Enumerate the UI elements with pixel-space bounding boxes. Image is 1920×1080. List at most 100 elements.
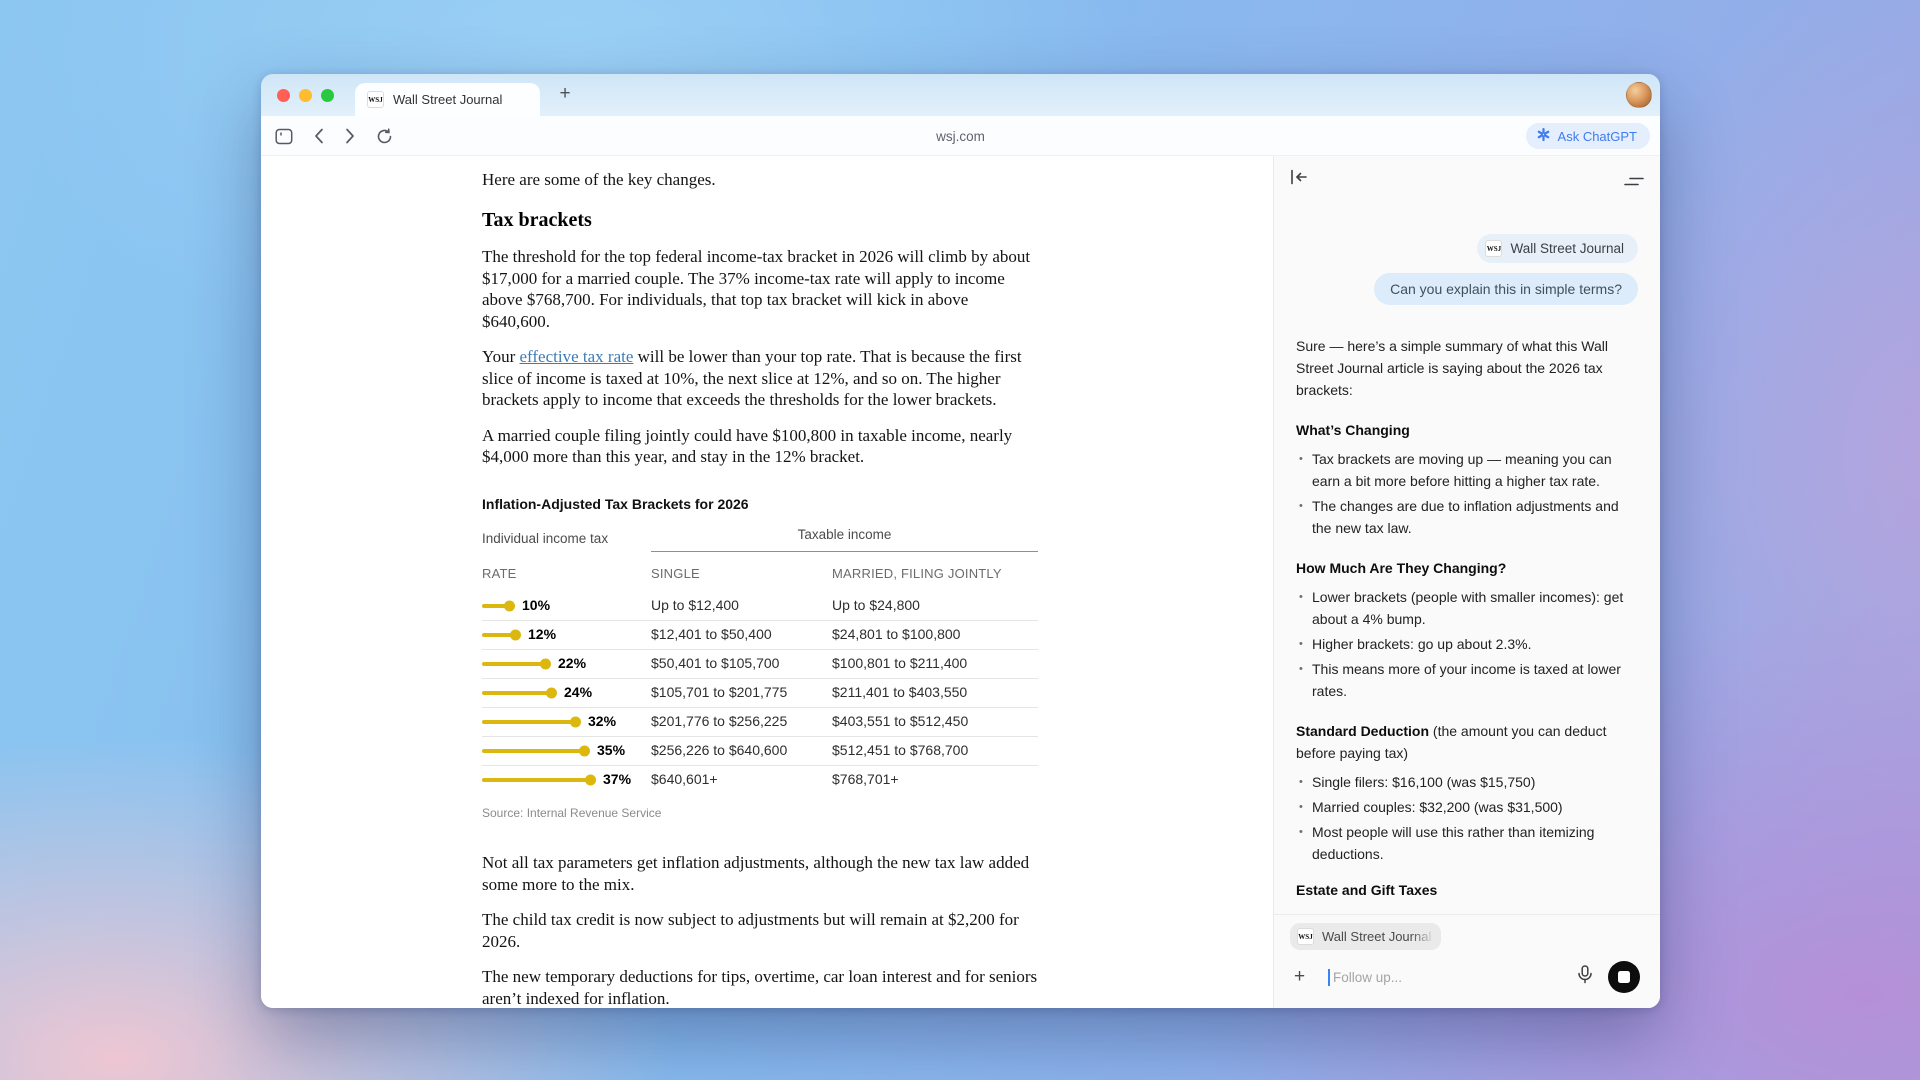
chat-section: Standard Deduction (the amount you can d… (1296, 720, 1638, 865)
close-window-button[interactable] (277, 89, 290, 102)
rate-bar (482, 691, 554, 695)
article-paragraph: A married couple filing jointly could ha… (482, 425, 1038, 468)
single-range: $201,776 to $256,225 (651, 711, 832, 733)
collapse-sidebar-icon[interactable] (1290, 169, 1308, 190)
table-left-label: Individual income tax (482, 530, 651, 548)
tax-table-rows: 10% Up to $12,400 Up to $24,800 12% $12,… (482, 592, 1038, 795)
browser-window: WSJ Wall Street Journal + (261, 74, 1660, 1008)
bullet-dot: • (1296, 495, 1312, 539)
section-heading: Estate and Gift Taxes (1296, 882, 1437, 898)
bullet-text: This means more of your income is taxed … (1312, 658, 1638, 702)
married-range: $403,551 to $512,450 (832, 711, 1038, 733)
stop-generating-button[interactable] (1608, 961, 1640, 993)
table-group-label: Taxable income (651, 526, 1038, 552)
rate-value: 32% (588, 711, 616, 733)
bullet-text: Most people will use this rather than it… (1312, 821, 1638, 865)
bullet-text: The changes are due to inflation adjustm… (1312, 495, 1638, 539)
assistant-intro: Sure — here’s a simple summary of what t… (1296, 335, 1638, 401)
minimize-window-button[interactable] (299, 89, 312, 102)
context-chip-label: Wall Street Journal (1510, 241, 1624, 256)
single-range: $105,701 to $201,775 (651, 682, 832, 704)
rate-bar (482, 720, 578, 724)
stop-square-icon (1618, 971, 1630, 983)
context-chip-wsj[interactable]: WSJ Wall Street Journal (1477, 234, 1638, 263)
rate-value: 35% (597, 740, 625, 762)
married-range: $100,801 to $211,400 (832, 653, 1038, 675)
composer-panel: WSJ Wall Street Journal + Follow up... (1274, 914, 1660, 1008)
bullet-dot: • (1296, 586, 1312, 630)
table-row: 12% $12,401 to $50,400 $24,801 to $100,8… (482, 621, 1038, 650)
article-lead: Here are some of the key changes. (482, 169, 1038, 191)
table-row: 10% Up to $12,400 Up to $24,800 (482, 592, 1038, 621)
menu-lines-icon[interactable] (1624, 173, 1644, 191)
tax-brackets-table: Inflation-Adjusted Tax Brackets for 2026… (482, 494, 1038, 825)
tab-strip: WSJ Wall Street Journal + (261, 74, 1660, 116)
openai-logo-icon (1536, 127, 1551, 145)
tab-title: Wall Street Journal (393, 92, 502, 107)
section-heading-row: How Much Are They Changing? (1296, 557, 1638, 579)
rate-value: 22% (558, 653, 586, 675)
tab-wall-street-journal[interactable]: WSJ Wall Street Journal (355, 83, 540, 116)
column-header-married: MARRIED, FILING JOINTLY (832, 554, 1038, 592)
married-range: Up to $24,800 (832, 595, 1038, 617)
bullet-item: • Married couples: $32,200 (was $31,500) (1296, 796, 1638, 818)
rate-bar (482, 749, 587, 753)
message-input-row: + Follow up... (1290, 959, 1644, 995)
zoom-window-button[interactable] (321, 89, 334, 102)
rate-bar (482, 633, 518, 637)
bullet-item: • This means more of your income is taxe… (1296, 658, 1638, 702)
single-range: Up to $12,400 (651, 595, 832, 617)
rate-value: 24% (564, 682, 592, 704)
chatgpt-sidebar: WSJ Wall Street Journal Can you explain … (1273, 156, 1660, 1008)
article-heading-tax-brackets: Tax brackets (482, 210, 1038, 232)
chip-fade (1411, 923, 1441, 950)
single-range: $640,601+ (651, 769, 832, 791)
rate-value: 10% (522, 595, 550, 617)
bullet-item: • The changes are due to inflation adjus… (1296, 495, 1638, 539)
section-bullets: • Tax brackets are moving up — meaning y… (1296, 448, 1638, 539)
bullet-item: • Most people will use this rather than … (1296, 821, 1638, 865)
bullet-dot: • (1296, 448, 1312, 492)
section-heading-row: Standard Deduction (the amount you can d… (1296, 720, 1638, 764)
chat-section: How Much Are They Changing? • Lower brac… (1296, 557, 1638, 702)
composer-context-chip[interactable]: WSJ Wall Street Journal (1290, 923, 1441, 950)
effective-tax-rate-link[interactable]: effective tax rate (520, 347, 634, 366)
chat-sections: What’s Changing • Tax brackets are movin… (1296, 419, 1638, 914)
single-range: $50,401 to $105,700 (651, 653, 832, 675)
profile-avatar[interactable] (1626, 82, 1652, 108)
column-header-rate: RATE (482, 554, 651, 592)
ask-chatgpt-label: Ask ChatGPT (1558, 129, 1637, 144)
married-range: $512,451 to $768,700 (832, 740, 1038, 762)
married-range: $768,701+ (832, 769, 1038, 791)
address-bar[interactable]: wsj.com (261, 116, 1660, 156)
section-heading: How Much Are They Changing? (1296, 560, 1506, 576)
attach-plus-icon[interactable]: + (1294, 966, 1316, 988)
bullet-dot: • (1296, 633, 1312, 655)
chat-section: Estate and Gift Taxes • Estate-tax exclu… (1296, 879, 1638, 914)
married-range: $24,801 to $100,800 (832, 624, 1038, 646)
section-heading-row: Estate and Gift Taxes (1296, 879, 1638, 901)
bullet-dot: • (1296, 821, 1312, 865)
bullet-item: • Higher brackets: go up about 2.3%. (1296, 633, 1638, 655)
sidebar-header (1274, 156, 1660, 198)
microphone-icon[interactable] (1577, 965, 1593, 989)
bullet-item: • Tax brackets are moving up — meaning y… (1296, 448, 1638, 492)
bullet-dot: • (1296, 658, 1312, 702)
article-page: Here are some of the key changes. Tax br… (261, 156, 1273, 1008)
toolbar: wsj.com Ask ChatGPT (261, 116, 1660, 156)
single-range: $256,226 to $640,600 (651, 740, 832, 762)
section-heading-row: What’s Changing (1296, 419, 1638, 441)
new-tab-button[interactable]: + (553, 83, 577, 107)
bullet-text: Higher brackets: go up about 2.3%. (1312, 633, 1638, 655)
chat-thread: WSJ Wall Street Journal Can you explain … (1274, 198, 1660, 914)
table-source: Source: Internal Revenue Service (482, 803, 1038, 825)
rate-value: 12% (528, 624, 556, 646)
wsj-favicon-icon: WSJ (1297, 928, 1314, 945)
followup-input[interactable]: Follow up... (1333, 970, 1577, 985)
bullet-item: • Lower brackets (people with smaller in… (1296, 586, 1638, 630)
column-header-single: SINGLE (651, 554, 832, 592)
section-heading: Standard Deduction (1296, 723, 1429, 739)
ask-chatgpt-button[interactable]: Ask ChatGPT (1526, 123, 1650, 149)
wsj-favicon-icon: WSJ (1485, 240, 1502, 257)
article-paragraph: Your effective tax rate will be lower th… (482, 346, 1038, 411)
